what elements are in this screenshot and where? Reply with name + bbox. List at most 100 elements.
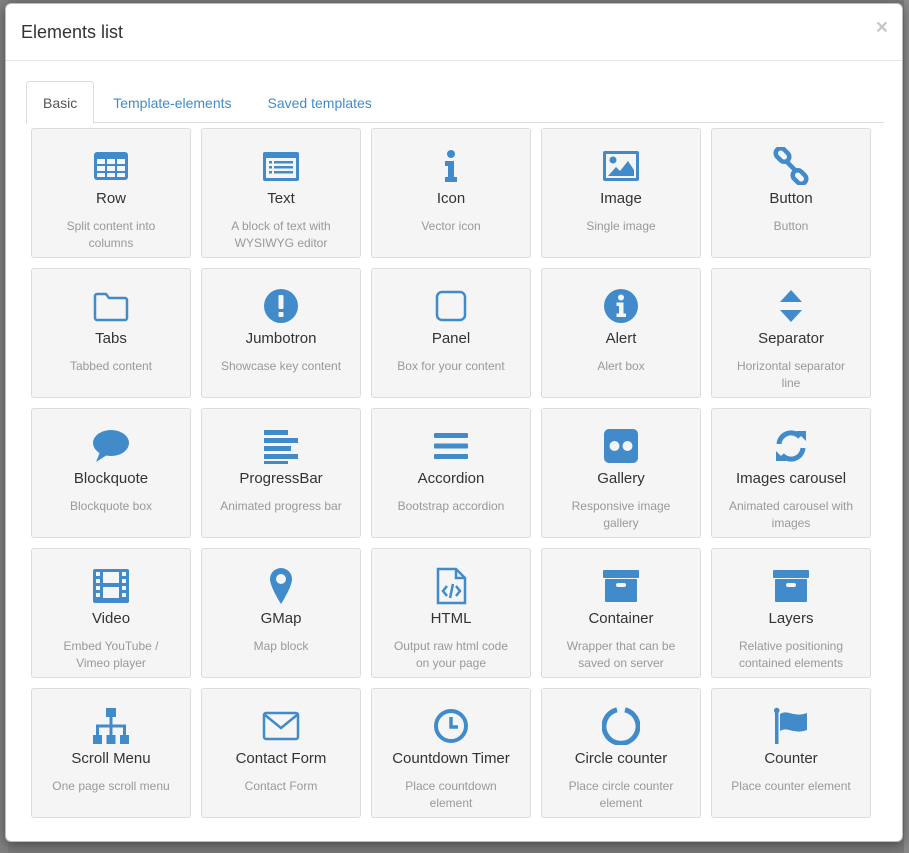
modal-header: Elements list ×: [6, 4, 902, 61]
sitemap-icon: [32, 707, 190, 745]
element-card-image[interactable]: Image Single image: [541, 128, 701, 258]
element-title: Images carousel: [735, 470, 847, 487]
map-marker-icon: [202, 567, 360, 605]
link-icon: [712, 147, 870, 185]
element-description: Split content into columns: [66, 219, 156, 250]
element-title: Image: [600, 190, 642, 207]
element-card-images-carousel[interactable]: Images carousel Animated carousel with im…: [711, 408, 871, 538]
element-card-tabs[interactable]: Tabs Tabbed content: [31, 268, 191, 398]
element-title: Scroll Menu: [71, 750, 151, 767]
tab-template-elements[interactable]: Template-elements: [96, 81, 248, 123]
folder-icon: [32, 287, 190, 325]
envelope-icon: [202, 707, 360, 745]
element-card-button[interactable]: Button Button: [711, 128, 871, 258]
element-title: Counter: [764, 750, 818, 767]
element-card-jumbotron[interactable]: Jumbotron Showcase key content: [201, 268, 361, 398]
film-icon: [32, 567, 190, 605]
element-description: Button: [773, 219, 809, 233]
element-title: Jumbotron: [245, 330, 317, 347]
info-circle-icon: [542, 287, 700, 325]
element-card-text[interactable]: Text A block of text with WYSIWYG editor: [201, 128, 361, 258]
elements-grid: Row Split content into columns Text A bloc…: [31, 128, 871, 818]
element-card-blockquote[interactable]: Blockquote Blockquote box: [31, 408, 191, 538]
flickr-icon: [542, 427, 700, 465]
comment-icon: [32, 427, 190, 465]
element-description: Horizontal separator line: [736, 359, 846, 390]
element-description: Alert box: [597, 359, 645, 373]
element-description: Place circle counter element: [568, 779, 674, 810]
element-title: Gallery: [597, 470, 645, 487]
element-title: ProgressBar: [239, 470, 323, 487]
element-card-alert[interactable]: Alert Alert box: [541, 268, 701, 398]
modal-title: Elements list: [21, 22, 124, 42]
file-code-icon: [372, 567, 530, 605]
element-title: Accordion: [417, 470, 485, 487]
element-title: HTML: [430, 610, 472, 627]
refresh-icon: [712, 427, 870, 465]
element-card-scroll-menu[interactable]: Scroll Menu One page scroll menu: [31, 688, 191, 818]
element-card-video[interactable]: Video Embed YouTube / Vimeo player: [31, 548, 191, 678]
element-description: Showcase key content: [220, 359, 342, 373]
element-title: Separator: [758, 330, 824, 347]
element-title: Circle counter: [574, 750, 668, 767]
element-card-panel[interactable]: Panel Box for your content: [371, 268, 531, 398]
element-card-countdown-timer[interactable]: Countdown Timer Place countdown element: [371, 688, 531, 818]
bars-icon: [372, 427, 530, 465]
tab-saved-templates[interactable]: Saved templates: [251, 81, 389, 123]
table-icon: [32, 147, 190, 185]
element-title: Contact Form: [235, 750, 327, 767]
element-title: Row: [95, 190, 126, 207]
align-left-icon: [202, 427, 360, 465]
element-card-counter[interactable]: Counter Place counter element: [711, 688, 871, 818]
element-description: Embed YouTube / Vimeo player: [63, 639, 159, 670]
info-icon: [372, 147, 530, 185]
element-description: Blockquote box: [69, 499, 153, 513]
element-card-circle-counter[interactable]: Circle counter Place circle counter eleme…: [541, 688, 701, 818]
element-card-html[interactable]: HTML Output raw html code on your page: [371, 548, 531, 678]
element-title: Panel: [431, 330, 471, 347]
element-title: Alert: [605, 330, 637, 347]
element-description: Box for your content: [397, 359, 505, 373]
element-card-progressbar[interactable]: ProgressBar Animated progress bar: [201, 408, 361, 538]
element-description: Tabbed content: [69, 359, 153, 373]
element-title: Tabs: [95, 330, 127, 347]
element-description: Bootstrap accordion: [397, 499, 505, 513]
element-description: Responsive image gallery: [571, 499, 671, 530]
element-card-container[interactable]: Container Wrapper that can be saved on se…: [541, 548, 701, 678]
elements-list-modal: Elements list × Basic Template-elements …: [5, 3, 903, 842]
element-description: Vector icon: [421, 219, 481, 233]
element-card-layers[interactable]: Layers Relative positioning contained ele…: [711, 548, 871, 678]
element-card-accordion[interactable]: Accordion Bootstrap accordion: [371, 408, 531, 538]
element-title: Countdown Timer: [392, 750, 510, 767]
element-description: A block of text with WYSIWYG editor: [231, 219, 331, 250]
element-description: Place countdown element: [405, 779, 497, 810]
flag-icon: [712, 707, 870, 745]
element-description: Animated carousel with images: [728, 499, 854, 530]
close-button[interactable]: ×: [876, 17, 888, 38]
square-icon: [372, 287, 530, 325]
element-title: Icon: [436, 190, 466, 207]
archive-icon: [542, 567, 700, 605]
tab-basic[interactable]: Basic: [26, 81, 95, 124]
element-description: Place counter element: [731, 779, 851, 793]
element-card-gmap[interactable]: GMap Map block: [201, 548, 361, 678]
element-description: Single image: [586, 219, 656, 233]
element-card-row[interactable]: Row Split content into columns: [31, 128, 191, 258]
element-title: Video: [91, 610, 131, 627]
element-description: Animated progress bar: [220, 499, 342, 513]
element-title: Button: [769, 190, 813, 207]
element-title: Blockquote: [73, 470, 149, 487]
exclamation-circle-icon: [202, 287, 360, 325]
clock-icon: [372, 707, 530, 745]
element-title: Text: [267, 190, 295, 207]
element-description: Relative positioning contained elements: [738, 639, 844, 670]
element-card-icon[interactable]: Icon Vector icon: [371, 128, 531, 258]
element-description: One page scroll menu: [52, 779, 170, 793]
element-card-gallery[interactable]: Gallery Responsive image gallery: [541, 408, 701, 538]
element-title: Container: [588, 610, 654, 627]
background-right-edge: [904, 0, 909, 853]
element-description: Contact Form: [244, 779, 318, 793]
element-card-separator[interactable]: Separator Horizontal separator line: [711, 268, 871, 398]
sort-icon: [712, 287, 870, 325]
element-card-contact-form[interactable]: Contact Form Contact Form: [201, 688, 361, 818]
